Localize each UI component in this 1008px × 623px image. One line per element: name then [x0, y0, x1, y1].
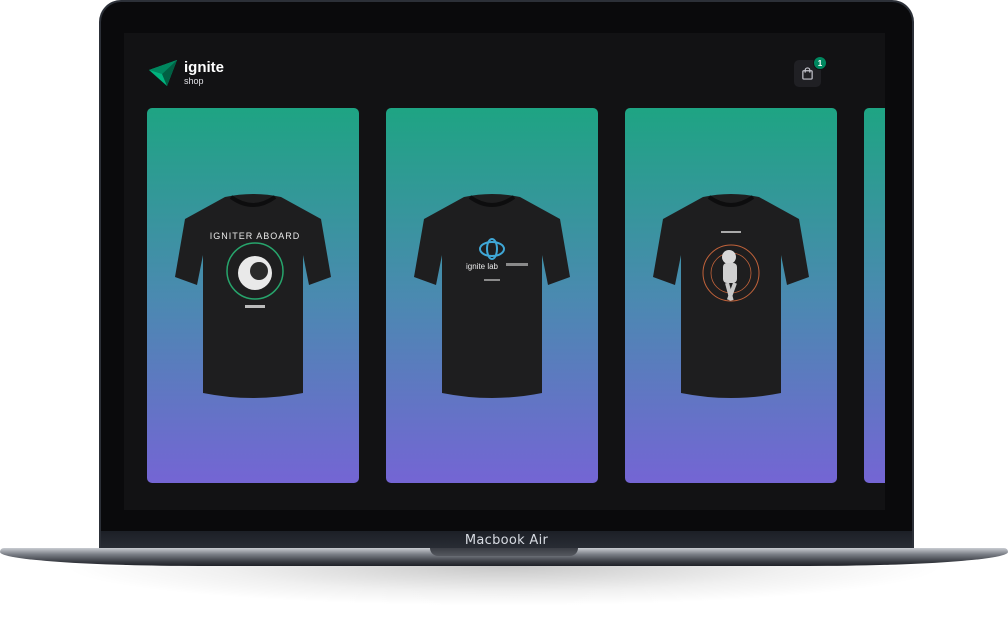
laptop-shadow [60, 566, 948, 606]
brand-logo[interactable]: ignite shop [148, 58, 224, 88]
print-text: ignite lab [466, 262, 499, 271]
product-card-partial[interactable] [864, 108, 885, 483]
app-screen: ignite shop 1 IGNITER ABOARD ignite lab [124, 33, 885, 510]
brand-text: ignite shop [184, 60, 224, 86]
laptop-notch [430, 548, 578, 556]
brand-title: ignite [184, 59, 224, 76]
product-card[interactable] [625, 108, 837, 483]
tshirt-astronaut-icon [653, 194, 809, 398]
tshirt-igniter-aboard-icon: IGNITER ABOARD [175, 194, 331, 398]
laptop-mockup: ignite shop 1 IGNITER ABOARD ignite lab … [0, 0, 1008, 623]
product-card[interactable]: ignite lab [386, 108, 598, 483]
shopping-bag-icon [802, 67, 813, 80]
ignite-logo-icon [149, 60, 177, 86]
model-label: Macbook Air [464, 533, 549, 548]
product-card[interactable]: IGNITER ABOARD [147, 108, 359, 483]
cart-count-badge: 1 [813, 56, 827, 70]
tshirt-ignite-lab-icon: ignite lab [414, 194, 570, 398]
print-text: IGNITER ABOARD [210, 231, 301, 241]
brand-subtitle: shop [184, 76, 204, 86]
